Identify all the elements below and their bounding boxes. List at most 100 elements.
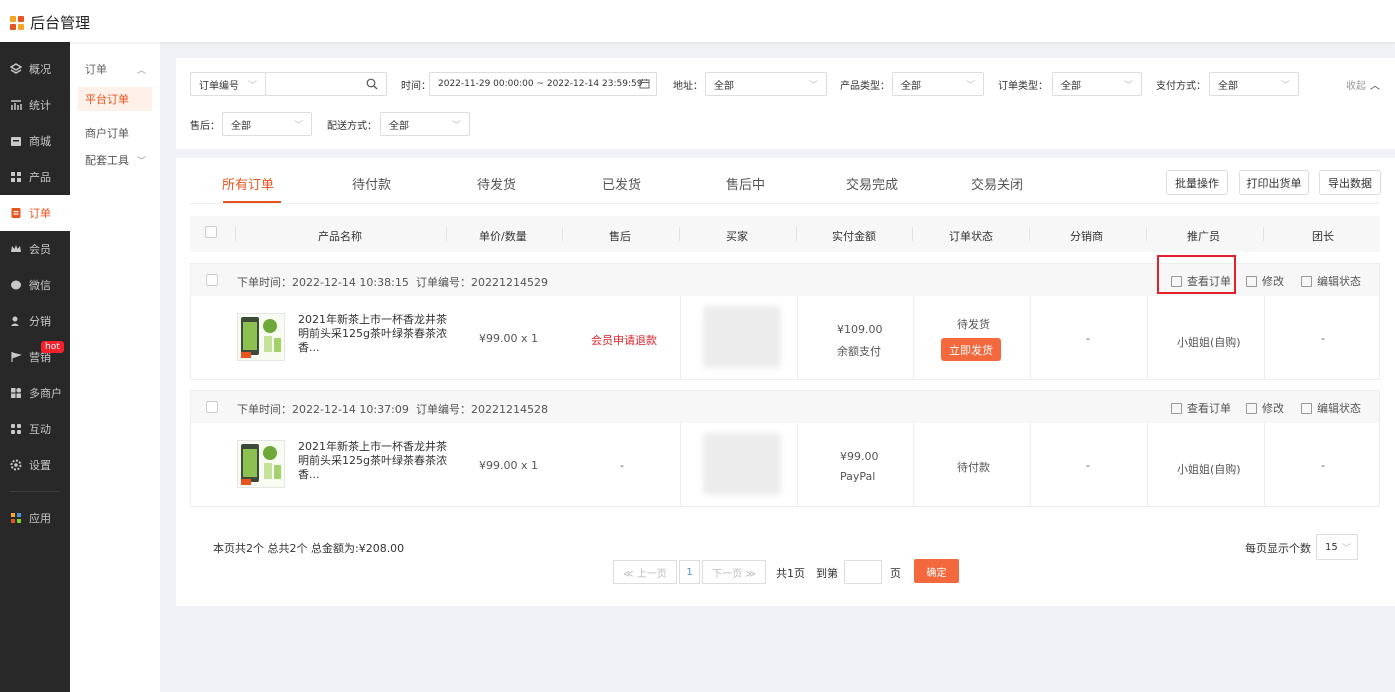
export-data-button[interactable]: 导出数据: [1319, 170, 1381, 195]
sidebar-item-wechat[interactable]: 微信: [0, 267, 70, 303]
distributor: -: [1086, 332, 1090, 345]
subnav-group-order[interactable]: 订单 ︿: [70, 54, 160, 84]
paid-amount: ¥99.00: [840, 450, 879, 463]
order-time: 下单时间：2022-12-14 10:38:15: [237, 276, 409, 289]
batch-operation-button[interactable]: 批量操作: [1166, 170, 1228, 195]
order-no-type-select[interactable]: 订单编号 ﹀: [190, 72, 266, 96]
goto-page-input[interactable]: [844, 560, 882, 584]
tab-pending-shipment[interactable]: 待发货: [477, 174, 516, 193]
next-page-button[interactable]: 下一页 ≫: [702, 560, 766, 584]
paid-amount: ¥109.00: [837, 323, 883, 336]
search-icon[interactable]: [366, 78, 378, 90]
collapse-toggle[interactable]: 收起 ︿: [1346, 72, 1380, 96]
product-name[interactable]: 2021年新茶上市一杯香龙井茶明前头采125g茶叶绿茶春茶浓香...: [298, 313, 448, 355]
tab-completed[interactable]: 交易完成: [846, 174, 898, 193]
tab-closed[interactable]: 交易关闭: [971, 174, 1023, 193]
subnav-item-merchant-order[interactable]: 商户订单: [78, 121, 152, 145]
order-row-body: 2021年新茶上市一杯香龙井茶明前头采125g茶叶绿茶春茶浓香... ¥99.0…: [191, 423, 1379, 507]
goto-label: 到第: [816, 567, 838, 580]
delivery-select[interactable]: 全部 ﹀: [380, 112, 470, 136]
dashboard-icon: [10, 63, 22, 75]
edit-order-link[interactable]: 修改: [1246, 273, 1284, 289]
tab-pending-payment[interactable]: 待付款: [352, 174, 391, 193]
merchant-icon: [10, 387, 22, 399]
select-all-checkbox[interactable]: [205, 226, 217, 238]
sidebar-item-order[interactable]: 订单: [0, 195, 70, 231]
column-separator: [912, 227, 913, 241]
view-order-link[interactable]: 查看订单: [1171, 400, 1231, 416]
edit-status-link[interactable]: 编辑状态: [1301, 273, 1361, 289]
chevron-down-icon: ﹀: [136, 156, 146, 167]
print-shipping-button[interactable]: 打印出货单: [1239, 170, 1309, 195]
edit-order-link[interactable]: 修改: [1246, 400, 1284, 416]
order-time: 下单时间：2022-12-14 10:37:09: [237, 403, 409, 416]
sidebar-item-product[interactable]: 产品: [0, 159, 70, 195]
sidebar-item-settings[interactable]: 设置: [0, 447, 70, 483]
page-size-select[interactable]: 15 ﹀: [1316, 534, 1358, 560]
order-type-label: 订单类型：: [998, 80, 1048, 92]
app-logo[interactable]: 后台管理: [10, 12, 90, 33]
order-checkbox[interactable]: [206, 274, 218, 286]
view-icon: [1171, 402, 1182, 414]
page-number-button[interactable]: 1: [679, 560, 700, 584]
order-type-select[interactable]: 全部 ﹀: [1052, 72, 1142, 96]
page-size-label: 每页显示个数: [1245, 542, 1311, 555]
sidebar-item-interaction[interactable]: 互动: [0, 411, 70, 447]
product-thumbnail[interactable]: [237, 440, 285, 488]
sidebar-item-stats[interactable]: 统计: [0, 87, 70, 123]
ship-now-button[interactable]: 立即发货: [941, 338, 1001, 361]
edit-status-link[interactable]: 编辑状态: [1301, 400, 1361, 416]
date-range-picker[interactable]: 2022-11-29 00:00:00 ~ 2022-12-14 23:59:5…: [429, 72, 657, 96]
chevron-up-icon: ︿: [1370, 80, 1380, 92]
table-header: 产品名称 单价/数量 售后 买家 实付金额 订单状态 分销商 推广员 团长: [190, 216, 1380, 252]
address-select[interactable]: 全部 ﹀: [705, 72, 827, 96]
promoter: 小姐姐(自购): [1177, 336, 1241, 349]
sidebar-item-merchant[interactable]: 多商户: [0, 375, 70, 411]
subnav-item-tools[interactable]: 配套工具 ﹀: [78, 148, 152, 172]
time-label: 时间：: [401, 80, 431, 92]
column-separator: [1146, 227, 1147, 241]
col-after-sale: 售后: [609, 230, 631, 243]
top-bar: 后台管理: [0, 0, 1395, 42]
order-no-input[interactable]: [265, 72, 387, 96]
tab-shipped[interactable]: 已发货: [602, 174, 641, 193]
chevron-down-icon: ﹀: [451, 121, 461, 131]
filter-panel: 订单编号 ﹀ 时间： 2022-11-29 00:00:00 ~ 2022-12…: [176, 58, 1395, 149]
page-unit: 页: [890, 567, 901, 580]
order-status: 待发货: [957, 318, 990, 331]
tab-after-sale[interactable]: 售后中: [726, 174, 765, 193]
total-pages: 共1页: [776, 567, 805, 580]
sidebar-item-distribution[interactable]: 分销: [0, 303, 70, 339]
subnav-item-platform-order[interactable]: 平台订单: [78, 87, 152, 111]
chevron-down-icon: ﹀: [247, 81, 257, 91]
order-row: 下单时间：2022-12-14 10:37:09 订单编号：2022121452…: [190, 390, 1380, 507]
sidebar-item-member[interactable]: 会员: [0, 231, 70, 267]
order-row-body: 2021年新茶上市一杯香龙井茶明前头采125g茶叶绿茶春茶浓香... ¥99.0…: [191, 296, 1379, 380]
delivery-label: 配送方式：: [327, 120, 377, 132]
order-checkbox[interactable]: [206, 401, 218, 413]
order-list-panel: 所有订单 待付款 待发货 已发货 售后中 交易完成 交易关闭 批量操作 打印出货…: [176, 158, 1395, 606]
chevron-down-icon: ﹀: [1123, 81, 1133, 91]
prev-page-button[interactable]: ≪ 上一页: [613, 560, 677, 584]
after-sale-status: -: [620, 459, 624, 472]
product-type-select[interactable]: 全部 ﹀: [892, 72, 984, 96]
product-thumbnail[interactable]: [237, 313, 285, 361]
gear-icon: [10, 459, 22, 471]
tab-all-orders[interactable]: 所有订单: [222, 174, 274, 193]
sidebar-item-overview[interactable]: 概况: [0, 51, 70, 87]
product-name[interactable]: 2021年新茶上市一杯香龙井茶明前头采125g茶叶绿茶春茶浓香...: [298, 440, 448, 482]
col-paid-amount: 实付金额: [832, 230, 876, 243]
col-distributor: 分销商: [1070, 230, 1103, 243]
sidebar-item-apps[interactable]: 应用: [0, 500, 70, 536]
highlight-box: [1157, 255, 1236, 294]
after-sale-select[interactable]: 全部 ﹀: [222, 112, 312, 136]
apps-icon: [10, 512, 22, 524]
goto-confirm-button[interactable]: 确定: [914, 559, 959, 583]
sidebar-item-store[interactable]: 商城: [0, 123, 70, 159]
chevron-down-icon: ﹀: [965, 81, 975, 91]
hot-badge: hot: [41, 341, 64, 353]
sidebar-item-marketing[interactable]: 营销 hot: [0, 339, 70, 375]
payment-select[interactable]: 全部 ﹀: [1209, 72, 1299, 96]
col-order-status: 订单状态: [949, 230, 993, 243]
marketing-icon: [10, 351, 22, 363]
